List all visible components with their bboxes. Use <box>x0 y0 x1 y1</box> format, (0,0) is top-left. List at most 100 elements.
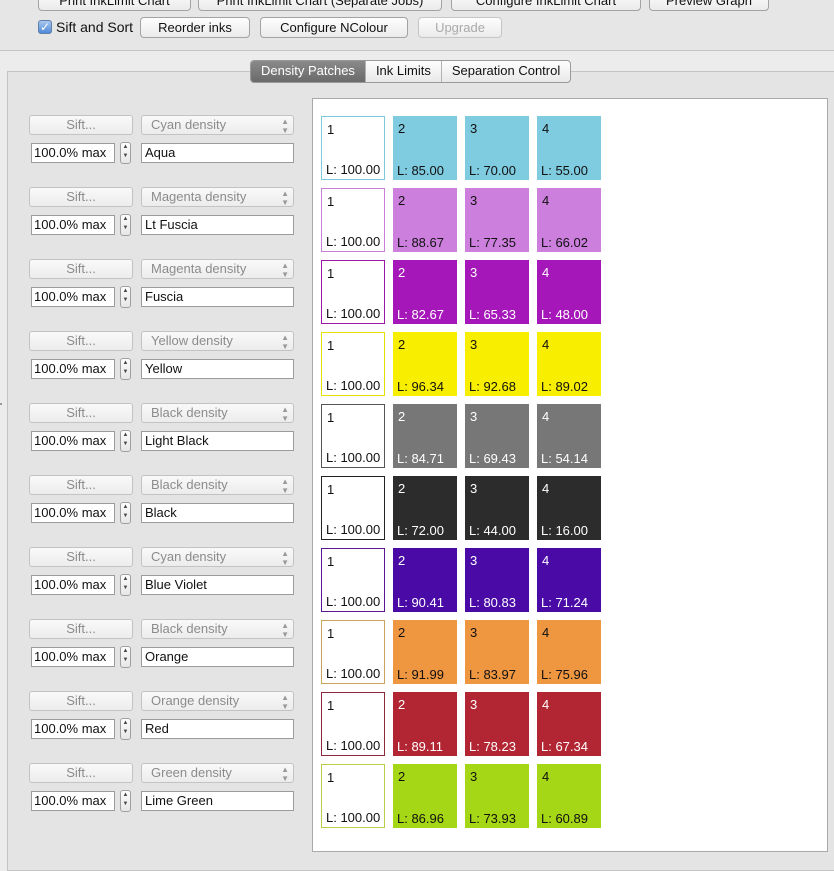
density-patch-1: 1 L: 100.00 <box>321 764 385 828</box>
max-percent-field[interactable]: 100.0% max <box>31 791 115 811</box>
patch-number: 1 <box>327 266 335 281</box>
sift-button[interactable]: Sift... <box>29 403 133 423</box>
patch-number: 3 <box>470 337 478 352</box>
density-select[interactable]: Cyan density ▲ ▼ <box>141 115 294 135</box>
print-inklimit-chart-button[interactable]: Print InkLimit Chart <box>38 0 191 11</box>
patch-lightness: L: 73.93 <box>469 811 516 826</box>
ink-name-field[interactable]: Fuscia <box>141 287 294 307</box>
print-inklimit-chart-separate-button[interactable]: Print InkLimit Chart (Separate Jobs) <box>198 0 442 11</box>
sift-and-sort-checkbox[interactable]: ✓ <box>38 20 52 34</box>
splitter-handle[interactable] <box>0 403 2 405</box>
patch-number: 4 <box>542 121 550 136</box>
updown-arrows-icon: ▲ ▼ <box>281 693 289 711</box>
density-patch-3: 3 L: 73.93 <box>465 764 529 828</box>
density-patch-4: 4 L: 55.00 <box>537 116 601 180</box>
patch-lightness: L: 65.33 <box>469 307 516 322</box>
density-patch-1: 1 L: 100.00 <box>321 404 385 468</box>
patch-number: 2 <box>398 409 406 424</box>
patch-number: 2 <box>398 265 406 280</box>
patch-lightness: L: 48.00 <box>541 307 588 322</box>
tab-separation-control[interactable]: Separation Control <box>440 61 570 82</box>
patch-lightness: L: 75.96 <box>541 667 588 682</box>
patch-number: 3 <box>470 121 478 136</box>
reorder-inks-button[interactable]: Reorder inks <box>140 17 250 38</box>
max-stepper[interactable]: ▲ ▼ <box>120 214 131 236</box>
density-select-label: Black density <box>151 405 228 420</box>
ink-name-field[interactable]: Lt Fuscia <box>141 215 294 235</box>
density-select-label: Orange density <box>151 693 240 708</box>
patch-lightness: L: 71.24 <box>541 595 588 610</box>
density-select[interactable]: Yellow density ▲ ▼ <box>141 331 294 351</box>
density-patch-2: 2 L: 90.41 <box>393 548 457 612</box>
max-stepper[interactable]: ▲ ▼ <box>120 790 131 812</box>
ink-name-field[interactable]: Light Black <box>141 431 294 451</box>
patch-lightness: L: 100.00 <box>326 378 381 393</box>
density-select[interactable]: Black density ▲ ▼ <box>141 619 294 639</box>
max-stepper[interactable]: ▲ ▼ <box>120 142 131 164</box>
max-stepper[interactable]: ▲ ▼ <box>120 286 131 308</box>
patch-number: 2 <box>398 481 406 496</box>
ink-name-field[interactable]: Black <box>141 503 294 523</box>
patch-number: 1 <box>327 554 335 569</box>
max-stepper[interactable]: ▲ ▼ <box>120 574 131 596</box>
max-percent-field[interactable]: 100.0% max <box>31 719 115 739</box>
density-patch-1: 1 L: 100.00 <box>321 116 385 180</box>
sift-button[interactable]: Sift... <box>29 331 133 351</box>
density-patch-2: 2 L: 86.96 <box>393 764 457 828</box>
max-percent-field[interactable]: 100.0% max <box>31 575 115 595</box>
max-stepper[interactable]: ▲ ▼ <box>120 430 131 452</box>
density-select-label: Yellow density <box>151 333 233 348</box>
density-select[interactable]: Magenta density ▲ ▼ <box>141 259 294 279</box>
ink-name-field[interactable]: Aqua <box>141 143 294 163</box>
density-select[interactable]: Magenta density ▲ ▼ <box>141 187 294 207</box>
upgrade-button[interactable]: Upgrade <box>418 17 502 38</box>
patch-lightness: L: 92.68 <box>469 379 516 394</box>
patch-lightness: L: 89.11 <box>397 739 444 754</box>
density-select[interactable]: Black density ▲ ▼ <box>141 403 294 423</box>
sift-button[interactable]: Sift... <box>29 691 133 711</box>
tab-density-patches[interactable]: Density Patches <box>251 61 365 82</box>
sift-button[interactable]: Sift... <box>29 187 133 207</box>
patch-number: 2 <box>398 121 406 136</box>
density-select[interactable]: Green density ▲ ▼ <box>141 763 294 783</box>
configure-inklimit-chart-button[interactable]: Configure InkLimit Chart <box>451 0 641 11</box>
ink-name-field[interactable]: Yellow <box>141 359 294 379</box>
max-percent-field[interactable]: 100.0% max <box>31 287 115 307</box>
sift-button[interactable]: Sift... <box>29 547 133 567</box>
sift-and-sort-label[interactable]: Sift and Sort <box>56 19 133 35</box>
max-percent-field[interactable]: 100.0% max <box>31 431 115 451</box>
max-percent-field[interactable]: 100.0% max <box>31 359 115 379</box>
ink-name-field[interactable]: Red <box>141 719 294 739</box>
patch-lightness: L: 70.00 <box>469 163 516 178</box>
max-percent-field[interactable]: 100.0% max <box>31 215 115 235</box>
density-patch-1: 1 L: 100.00 <box>321 260 385 324</box>
max-stepper[interactable]: ▲ ▼ <box>120 718 131 740</box>
max-percent-field[interactable]: 100.0% max <box>31 143 115 163</box>
ink-name-field[interactable]: Orange <box>141 647 294 667</box>
preview-graph-button[interactable]: Preview Graph <box>649 0 769 11</box>
sift-button[interactable]: Sift... <box>29 619 133 639</box>
max-percent-field[interactable]: 100.0% max <box>31 503 115 523</box>
max-stepper[interactable]: ▲ ▼ <box>120 358 131 380</box>
updown-arrows-icon: ▲ ▼ <box>281 621 289 639</box>
patch-number: 3 <box>470 553 478 568</box>
configure-ncolour-button[interactable]: Configure NColour <box>260 17 408 38</box>
ink-name-field[interactable]: Lime Green <box>141 791 294 811</box>
patch-lightness: L: 86.96 <box>397 811 444 826</box>
patch-number: 1 <box>327 194 335 209</box>
sift-button[interactable]: Sift... <box>29 115 133 135</box>
sift-button[interactable]: Sift... <box>29 763 133 783</box>
patch-number: 3 <box>470 265 478 280</box>
sift-button[interactable]: Sift... <box>29 259 133 279</box>
patch-lightness: L: 83.97 <box>469 667 516 682</box>
max-stepper[interactable]: ▲ ▼ <box>120 646 131 668</box>
density-select[interactable]: Black density ▲ ▼ <box>141 475 294 495</box>
ink-name-field[interactable]: Blue Violet <box>141 575 294 595</box>
density-patch-3: 3 L: 80.83 <box>465 548 529 612</box>
max-percent-field[interactable]: 100.0% max <box>31 647 115 667</box>
density-select[interactable]: Cyan density ▲ ▼ <box>141 547 294 567</box>
max-stepper[interactable]: ▲ ▼ <box>120 502 131 524</box>
density-select[interactable]: Orange density ▲ ▼ <box>141 691 294 711</box>
sift-button[interactable]: Sift... <box>29 475 133 495</box>
tab-ink-limits[interactable]: Ink Limits <box>364 61 441 82</box>
